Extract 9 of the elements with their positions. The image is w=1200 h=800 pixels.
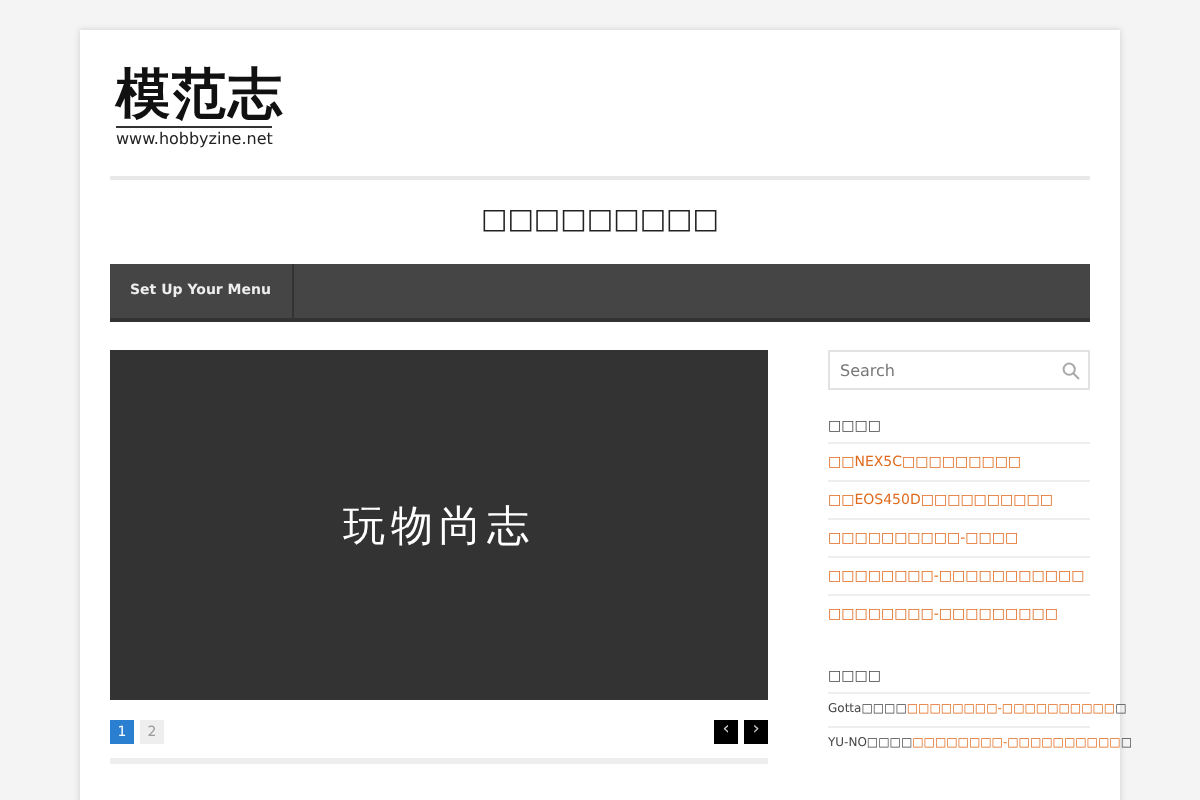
site-title: □□□□□□□□□ xyxy=(478,202,722,240)
logo-url: www.hobbyzine.net xyxy=(116,126,273,148)
logo-text: 模范志 xyxy=(116,66,284,126)
search-icon xyxy=(1062,362,1080,380)
banner-text: 玩物尚志 xyxy=(343,499,535,553)
next-button[interactable]: › xyxy=(744,720,768,744)
site-logo[interactable]: 模范志 www.hobbyzine.net xyxy=(116,66,284,148)
previous-button[interactable]: ‹ xyxy=(714,720,738,744)
search-field[interactable]: Search xyxy=(828,350,1090,390)
